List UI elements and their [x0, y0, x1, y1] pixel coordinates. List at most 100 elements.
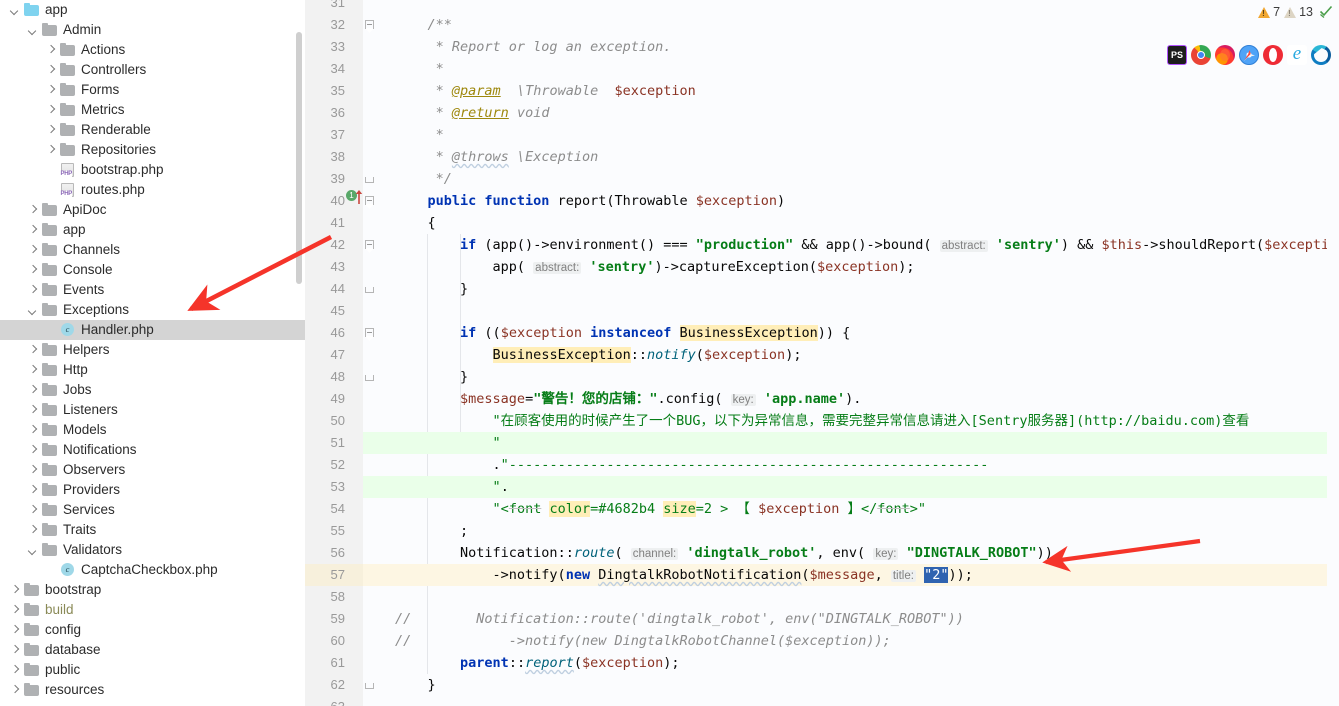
- tree-item-listeners[interactable]: Listeners: [0, 400, 305, 420]
- code-line-37[interactable]: 37 *: [305, 124, 1339, 146]
- code-line-44[interactable]: 44 }: [305, 278, 1339, 300]
- tree-item-models[interactable]: Models: [0, 420, 305, 440]
- editor-code-area[interactable]: 31 32 /** 33 * Report or log an exception.…: [305, 0, 1339, 706]
- phpstorm-icon[interactable]: PS: [1167, 45, 1187, 65]
- tree-item-routes-php[interactable]: PHP routes.php: [0, 180, 305, 200]
- chevron-right-icon[interactable]: [46, 145, 57, 156]
- tree-item-admin[interactable]: Admin: [0, 20, 305, 40]
- chevron-right-icon[interactable]: [46, 45, 57, 56]
- chevron-right-icon[interactable]: [28, 365, 39, 376]
- tree-item-traits[interactable]: Traits: [0, 520, 305, 540]
- chevron-right-icon[interactable]: [28, 505, 39, 516]
- tree-item-observers[interactable]: Observers: [0, 460, 305, 480]
- code-fold-marker[interactable]: [365, 20, 376, 31]
- tree-item-captchacheckbox-php[interactable]: c CaptchaCheckbox.php: [0, 560, 305, 580]
- code-fold-marker[interactable]: [365, 372, 376, 383]
- firefox-icon[interactable]: [1215, 45, 1235, 65]
- code-line-49[interactable]: 49 $message="警告！您的店铺：".config( key: 'app…: [305, 388, 1339, 410]
- code-line-45[interactable]: 45: [305, 300, 1339, 322]
- tree-item-renderable[interactable]: Renderable: [0, 120, 305, 140]
- code-line-50[interactable]: 50 "在顾客使用的时候产生了一个BUG，以下为异常信息，需要完整异常信息请进入…: [305, 410, 1339, 432]
- internet-explorer-icon[interactable]: e: [1287, 43, 1307, 65]
- code-line-61[interactable]: 61 parent::report($exception);: [305, 652, 1339, 674]
- tree-item-controllers[interactable]: Controllers: [0, 60, 305, 80]
- tree-item-app[interactable]: app: [0, 0, 305, 20]
- code-line-46[interactable]: 46 if (($exception instanceof BusinessEx…: [305, 322, 1339, 344]
- tree-item-repositories[interactable]: Repositories: [0, 140, 305, 160]
- tree-item-exceptions[interactable]: Exceptions: [0, 300, 305, 320]
- tree-item-config[interactable]: config: [0, 620, 305, 640]
- code-line-39[interactable]: 39 */: [305, 168, 1339, 190]
- chevron-right-icon[interactable]: [10, 625, 21, 636]
- tree-item-helpers[interactable]: Helpers: [0, 340, 305, 360]
- code-line-31[interactable]: 31: [305, 0, 1339, 14]
- override-method-icon[interactable]: [355, 189, 363, 204]
- inspection-widget[interactable]: 7 13: [1256, 3, 1335, 21]
- project-tree-panel[interactable]: app Admin Actions Controllers Forms Metrics Re…: [0, 0, 305, 706]
- chevron-right-icon[interactable]: [28, 225, 39, 236]
- code-line-42[interactable]: 42 if (app()->environment() === "product…: [305, 234, 1339, 256]
- opera-icon[interactable]: [1263, 45, 1283, 65]
- code-fold-marker[interactable]: [365, 680, 376, 691]
- chevron-right-icon[interactable]: [28, 405, 39, 416]
- code-line-58[interactable]: 58: [305, 586, 1339, 608]
- chevron-right-icon[interactable]: [28, 385, 39, 396]
- code-fold-marker[interactable]: [365, 284, 376, 295]
- tree-item-events[interactable]: Events: [0, 280, 305, 300]
- tree-item-app[interactable]: app: [0, 220, 305, 240]
- chevron-right-icon[interactable]: [10, 605, 21, 616]
- code-line-32[interactable]: 32 /**: [305, 14, 1339, 36]
- code-fold-marker[interactable]: [365, 240, 376, 251]
- code-editor[interactable]: 31 32 /** 33 * Report or log an exception.…: [305, 0, 1339, 706]
- code-line-53[interactable]: 53 ".: [305, 476, 1339, 498]
- inspections-ok-checkmark-icon[interactable]: [1319, 4, 1333, 21]
- code-fold-marker[interactable]: [365, 196, 376, 207]
- code-fold-marker[interactable]: [365, 174, 376, 185]
- chevron-down-icon[interactable]: [28, 25, 39, 36]
- code-line-60[interactable]: 60 // ->notify(new DingtalkRobotChannel($…: [305, 630, 1339, 652]
- code-line-41[interactable]: 41 {: [305, 212, 1339, 234]
- editor-right-rail[interactable]: [1327, 0, 1339, 706]
- code-line-51[interactable]: 51 ": [305, 432, 1339, 454]
- tree-item-channels[interactable]: Channels: [0, 240, 305, 260]
- tree-item-metrics[interactable]: Metrics: [0, 100, 305, 120]
- code-line-48[interactable]: 48 }: [305, 366, 1339, 388]
- chevron-right-icon[interactable]: [28, 245, 39, 256]
- edge-icon[interactable]: [1311, 45, 1331, 65]
- code-line-54[interactable]: 54 "<font color=#4682b4 size=2 > 【 $exce…: [305, 498, 1339, 520]
- chevron-right-icon[interactable]: [28, 465, 39, 476]
- code-line-40[interactable]: 40 public function report(Throwable $exc…: [305, 190, 1339, 212]
- tree-item-bootstrap[interactable]: bootstrap: [0, 580, 305, 600]
- chevron-right-icon[interactable]: [10, 645, 21, 656]
- code-line-56[interactable]: 56 Notification::route( channel: 'dingta…: [305, 542, 1339, 564]
- tree-item-forms[interactable]: Forms: [0, 80, 305, 100]
- project-tree-scrollbar[interactable]: [296, 32, 302, 284]
- code-line-55[interactable]: 55 ;: [305, 520, 1339, 542]
- code-line-47[interactable]: 47 BusinessException::notify($exception)…: [305, 344, 1339, 366]
- chevron-right-icon[interactable]: [10, 665, 21, 676]
- tree-item-actions[interactable]: Actions: [0, 40, 305, 60]
- chevron-right-icon[interactable]: [28, 205, 39, 216]
- code-line-59[interactable]: 59 // Notification::route('dingtalk_robot…: [305, 608, 1339, 630]
- tree-item-apidoc[interactable]: ApiDoc: [0, 200, 305, 220]
- tree-item-jobs[interactable]: Jobs: [0, 380, 305, 400]
- chevron-right-icon[interactable]: [10, 685, 21, 696]
- tree-item-public[interactable]: public: [0, 660, 305, 680]
- chevron-right-icon[interactable]: [28, 265, 39, 276]
- chrome-icon[interactable]: [1191, 45, 1211, 65]
- tree-item-http[interactable]: Http: [0, 360, 305, 380]
- code-line-62[interactable]: 62 }: [305, 674, 1339, 696]
- browser-launch-bar[interactable]: PS e: [1167, 43, 1331, 67]
- tree-item-bootstrap-php[interactable]: PHP bootstrap.php: [0, 160, 305, 180]
- tree-item-build[interactable]: build: [0, 600, 305, 620]
- tree-item-validators[interactable]: Validators: [0, 540, 305, 560]
- chevron-right-icon[interactable]: [46, 125, 57, 136]
- code-fold-marker[interactable]: [365, 328, 376, 339]
- chevron-right-icon[interactable]: [28, 425, 39, 436]
- tree-item-handler-php[interactable]: c Handler.php: [0, 320, 305, 340]
- chevron-right-icon[interactable]: [28, 285, 39, 296]
- code-line-38[interactable]: 38 * @throws \Exception: [305, 146, 1339, 168]
- chevron-right-icon[interactable]: [28, 485, 39, 496]
- code-line-57[interactable]: 57 ->notify(new DingtalkRobotNotificatio…: [305, 564, 1339, 586]
- chevron-right-icon[interactable]: [28, 525, 39, 536]
